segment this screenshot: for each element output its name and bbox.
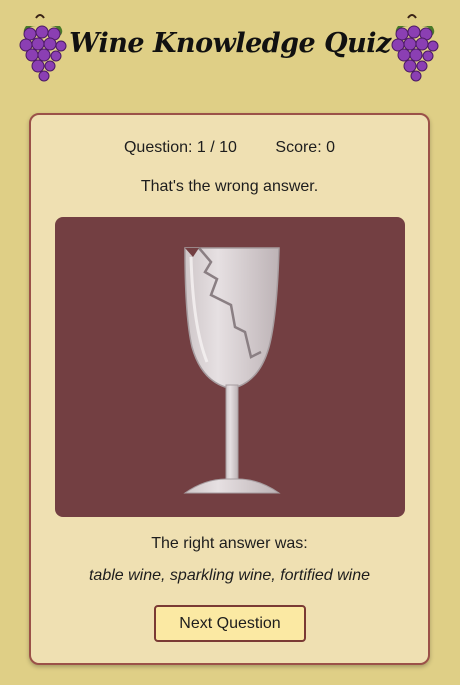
right-answer-text: table wine, sparkling wine, fortified wi…	[88, 567, 371, 584]
quiz-status: Question: 1 / 10 Score: 0	[31, 139, 428, 157]
feedback-message: That's the wrong answer.	[140, 178, 319, 195]
next-question-button[interactable]: Next Question	[154, 605, 306, 642]
question-counter: Question: 1 / 10	[123, 139, 237, 156]
quiz-card: Question: 1 / 10 Score: 0 That's the wro…	[29, 113, 430, 665]
grapes-icon	[391, 14, 439, 82]
broken-wine-glass-icon	[183, 247, 281, 494]
right-answer-label: The right answer was:	[151, 535, 308, 552]
header: Wine Knowledge Quiz	[0, 0, 460, 100]
result-image	[55, 217, 405, 517]
score-counter: Score: 0	[275, 139, 335, 156]
